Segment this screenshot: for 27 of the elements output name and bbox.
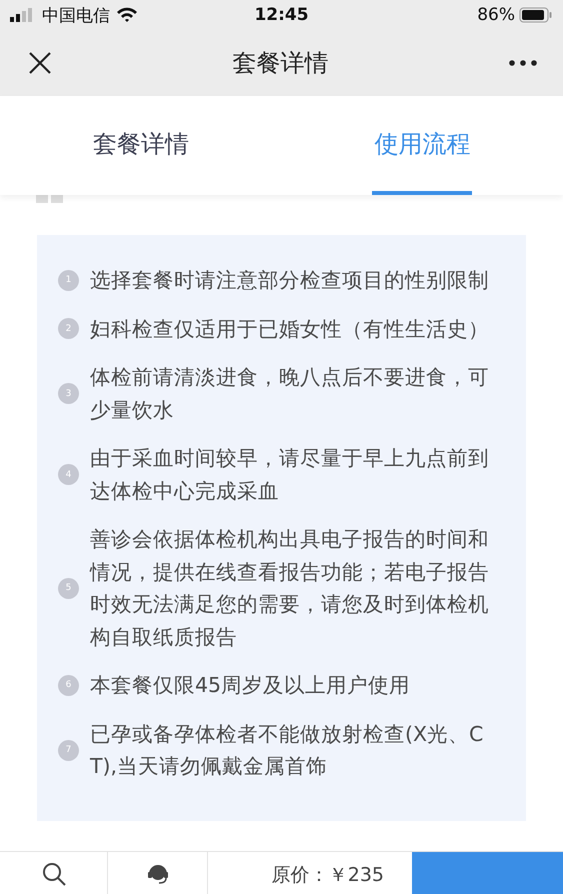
- carrier-name: 中国电信: [42, 4, 110, 26]
- note-text: 由于采血时间较早，请尽量于早上九点前到达体检中心完成采血: [90, 445, 490, 504]
- number-badge: 4: [58, 464, 79, 485]
- note-text: 妇科检查仅适用于已婚女性（有性生活史）: [90, 316, 490, 342]
- section-icon: [36, 195, 64, 203]
- search-icon: [42, 862, 66, 886]
- more-icon[interactable]: [509, 60, 537, 66]
- wifi-icon: [116, 7, 138, 23]
- number-badge: 5: [58, 578, 79, 598]
- tab[interactable]: 套餐详情: [90, 96, 191, 195]
- number-badge: 2: [58, 318, 79, 340]
- number-badge: 7: [58, 740, 79, 760]
- note-text: 善诊会依据体检机构出具电子报告的时间和情况，提供在线查看报告功能；若电子报告时效无法满足您的需要，请您及时到体检机构自取纸质报告: [90, 526, 490, 650]
- number-badge: 3: [58, 383, 79, 404]
- number-badge: 6: [58, 674, 79, 696]
- page-title: 套餐详情: [232, 48, 330, 79]
- clock-time: 12:45: [253, 5, 310, 25]
- note-text: 本套餐仅限45周岁及以上用户使用: [90, 672, 412, 699]
- note-text: 选择套餐时请注意部分检查项目的性别限制: [90, 267, 490, 294]
- battery-icon: [519, 7, 553, 23]
- battery-percent: 86%: [477, 5, 515, 25]
- close-icon[interactable]: [28, 51, 52, 75]
- original-price: 原价：￥235: [270, 863, 385, 888]
- number-badge: 1: [58, 270, 79, 291]
- note-text: 已孕或备孕体检者不能做放射检查(X光、CT),当天请勿佩戴金属首饰: [90, 720, 484, 780]
- note-text: 体检前请清淡进食，晚八点后不要进食，可少量饮水: [90, 364, 490, 424]
- headset-icon: [146, 862, 168, 886]
